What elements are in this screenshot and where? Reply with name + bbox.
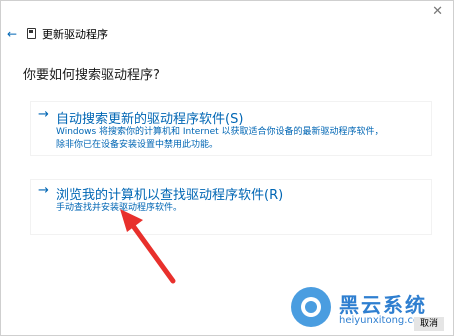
- close-icon[interactable]: ✕: [432, 5, 443, 19]
- update-driver-dialog: ✕ ← 更新驱动程序 你要如何搜索驱动程序? → 自动搜索更新的驱动程序软件(S…: [0, 0, 454, 336]
- cancel-button[interactable]: 取消: [414, 317, 444, 331]
- option-auto-search-desc-line2: 除非你已在设备安装设置中禁用此功能。: [56, 140, 219, 150]
- arrow-right-icon: →: [38, 183, 49, 198]
- device-icon: [27, 28, 36, 39]
- page-heading: 你要如何搜索驱动程序?: [23, 68, 160, 83]
- back-arrow-icon[interactable]: ←: [7, 27, 17, 41]
- option-auto-search-desc-line1: Windows 将搜索你的计算机和 Internet 以获取适合你设备的最新驱动…: [56, 127, 384, 137]
- option-auto-search-title[interactable]: 自动搜索更新的驱动程序软件(S): [56, 108, 243, 127]
- option-auto-search[interactable]: → 自动搜索更新的驱动程序软件(S) Windows 将搜索你的计算机和 Int…: [30, 101, 432, 156]
- option-browse-computer-title[interactable]: 浏览我的计算机以查找驱动程序软件(R): [56, 184, 283, 203]
- window-title: 更新驱动程序: [42, 28, 108, 41]
- option-browse-computer-description: 手动查找并安装驱动程序软件。: [56, 202, 182, 215]
- option-browse-computer[interactable]: → 浏览我的计算机以查找驱动程序软件(R) 手动查找并安装驱动程序软件。: [30, 179, 432, 235]
- option-auto-search-description: Windows 将搜索你的计算机和 Internet 以获取适合你设备的最新驱动…: [56, 126, 384, 152]
- watermark-name: 黑云系统: [339, 293, 427, 317]
- heiyun-logo-icon: [291, 287, 331, 327]
- arrow-right-icon: →: [38, 107, 49, 122]
- title-bar: ✕ ← 更新驱动程序: [1, 1, 453, 55]
- option-browse-computer-desc-line1: 手动查找并安装驱动程序软件。: [56, 203, 183, 213]
